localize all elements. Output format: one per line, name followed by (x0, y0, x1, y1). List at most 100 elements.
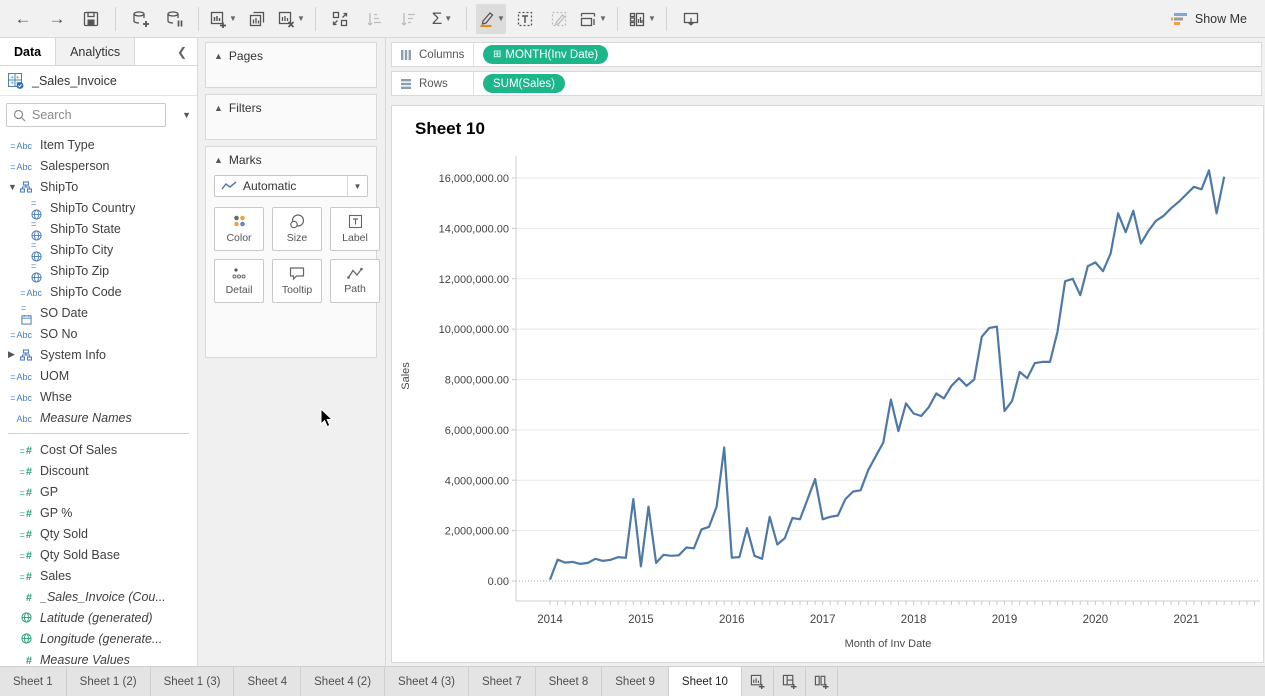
datasource-item[interactable]: _Sales_Invoice (0, 66, 197, 96)
back-button[interactable]: ← (8, 4, 38, 34)
sheet-tab-sheet-10[interactable]: Sheet 10 (669, 667, 742, 696)
field-salesperson[interactable]: =AbcSalesperson (0, 155, 197, 176)
show-mark-labels-button[interactable] (510, 4, 540, 34)
sheet-tab-sheet-4[interactable]: Sheet 4 (234, 667, 301, 696)
sheet-tab-sheet-4-3[interactable]: Sheet 4 (3) (385, 667, 469, 696)
field-shipto-code[interactable]: =AbcShipTo Code (0, 281, 197, 302)
pages-card[interactable]: ▲ Pages (205, 42, 377, 88)
new-story-button[interactable] (806, 667, 838, 696)
field-latitude-generated[interactable]: Latitude (generated) (0, 607, 197, 628)
field-cost-of-sales[interactable]: =#Cost Of Sales (0, 439, 197, 460)
sheet-tab-sheet-1-3[interactable]: Sheet 1 (3) (151, 667, 235, 696)
show-me-button[interactable]: Show Me (1171, 0, 1247, 38)
field-measure-names[interactable]: AbcMeasure Names (0, 407, 197, 428)
field-gp[interactable]: =#GP (0, 481, 197, 502)
new-dashboard-button[interactable] (774, 667, 806, 696)
pages-card-label: Pages (229, 49, 263, 63)
field-longitude-generate[interactable]: Longitude (generate... (0, 628, 197, 649)
size-label: Size (287, 232, 307, 244)
save-button[interactable] (76, 4, 106, 34)
toolbar-separator (666, 7, 667, 31)
clear-sheet-button[interactable]: ▼ (276, 4, 306, 34)
chevron-right-icon[interactable]: ▶ (8, 349, 15, 360)
sort-descending-icon (399, 10, 417, 28)
tab-analytics[interactable]: Analytics (56, 38, 135, 65)
worksheet-view[interactable]: Sheet 10 0.002,000,000.004,000,000.006,0… (391, 105, 1264, 663)
sales-line[interactable] (550, 170, 1224, 579)
sheet-tab-sheet-9[interactable]: Sheet 9 (602, 667, 669, 696)
mark-type-dropdown[interactable]: Automatic ▼ (214, 175, 368, 197)
pause-auto-updates-button[interactable] (159, 4, 189, 34)
eq-number-icon: =# (0, 527, 40, 541)
field-so-no[interactable]: =AbcSO No (0, 323, 197, 344)
field-label: GP % (40, 506, 72, 520)
x-axis-title: Month of Inv Date (845, 638, 932, 650)
field-label: Latitude (generated) (40, 611, 153, 625)
y-tick-label: 4,000,000.00 (445, 475, 509, 487)
tooltip-button[interactable]: Tooltip (272, 259, 322, 303)
field-system-info[interactable]: ▶System Info (0, 344, 197, 365)
field-qty-sold-base[interactable]: =#Qty Sold Base (0, 544, 197, 565)
rows-pill[interactable]: SUM(Sales) (483, 74, 565, 93)
field-shipto-city[interactable]: =ShipTo City (0, 239, 197, 260)
field-sales-invoice-cou[interactable]: #_Sales_Invoice (Cou... (0, 586, 197, 607)
search-box[interactable] (6, 103, 166, 127)
filters-card[interactable]: ▲ Filters (205, 94, 377, 140)
field-label: GP (40, 485, 58, 499)
duplicate-sheet-button[interactable] (242, 4, 272, 34)
columns-shelf[interactable]: Columns ⊞MONTH(Inv Date) (391, 42, 1262, 67)
chevron-down-icon[interactable]: ▼ (8, 182, 17, 192)
columns-pill[interactable]: ⊞MONTH(Inv Date) (483, 45, 608, 64)
field-so-date[interactable]: =SO Date (0, 302, 197, 323)
sheet-tab-sheet-1-2[interactable]: Sheet 1 (2) (67, 667, 151, 696)
field-label: ShipTo Code (50, 285, 122, 299)
x-tick-label: 2018 (901, 614, 927, 626)
field-gp[interactable]: =#GP % (0, 502, 197, 523)
rows-shelf-label: Rows (419, 78, 448, 90)
x-tick-label: 2014 (537, 614, 563, 626)
presentation-mode-button[interactable] (676, 4, 706, 34)
swap-rows-columns-button[interactable] (325, 4, 355, 34)
search-options-dropdown[interactable]: ▼ (182, 110, 191, 120)
fit-button[interactable]: ▼ (578, 4, 608, 34)
new-worksheet-button[interactable]: ▼ (208, 4, 238, 34)
totals-button[interactable]: Σ▼ (427, 4, 457, 34)
x-tick-label: 2017 (810, 614, 836, 626)
forward-arrow-icon: → (49, 10, 66, 27)
field-label: Item Type (40, 138, 95, 152)
sheet-tab-sheet-4-2[interactable]: Sheet 4 (2) (301, 667, 385, 696)
sheet-tab-sheet-1[interactable]: Sheet 1 (0, 667, 67, 696)
size-button[interactable]: Size (272, 207, 322, 251)
forward-button[interactable]: → (42, 4, 72, 34)
globe-icon (0, 612, 40, 623)
path-button[interactable]: Path (330, 259, 380, 303)
field-item-type[interactable]: =AbcItem Type (0, 134, 197, 155)
detail-button[interactable]: Detail (214, 259, 264, 303)
format-pen-icon (550, 10, 568, 28)
field-label: Whse (40, 390, 72, 404)
field-discount[interactable]: =#Discount (0, 460, 197, 481)
field-shipto-state[interactable]: =ShipTo State (0, 218, 197, 239)
database-add-icon (131, 10, 149, 28)
collapse-pane-button[interactable]: ❮ (167, 38, 197, 65)
field-qty-sold[interactable]: =#Qty Sold (0, 523, 197, 544)
color-button[interactable]: Color (214, 207, 264, 251)
field-whse[interactable]: =AbcWhse (0, 386, 197, 407)
collapse-chevron-icon: ▲ (214, 155, 223, 165)
label-button[interactable]: Label (330, 207, 380, 251)
rows-shelf[interactable]: Rows SUM(Sales) (391, 71, 1262, 96)
sheet-tab-sheet-8[interactable]: Sheet 8 (536, 667, 603, 696)
field-sales[interactable]: =#Sales (0, 565, 197, 586)
search-input[interactable] (32, 108, 142, 122)
tab-data[interactable]: Data (0, 38, 56, 65)
field-label: ShipTo Zip (50, 264, 109, 278)
highlight-button[interactable]: ▼ (476, 4, 506, 34)
field-shipto-zip[interactable]: =ShipTo Zip (0, 260, 197, 281)
new-worksheet-button[interactable] (742, 667, 774, 696)
field-shipto[interactable]: ▼ShipTo (0, 176, 197, 197)
sheet-tab-sheet-7[interactable]: Sheet 7 (469, 667, 536, 696)
new-data-source-button[interactable] (125, 4, 155, 34)
show-hide-cards-button[interactable]: ▼ (627, 4, 657, 34)
field-uom[interactable]: =AbcUOM (0, 365, 197, 386)
field-shipto-country[interactable]: =ShipTo Country (0, 197, 197, 218)
